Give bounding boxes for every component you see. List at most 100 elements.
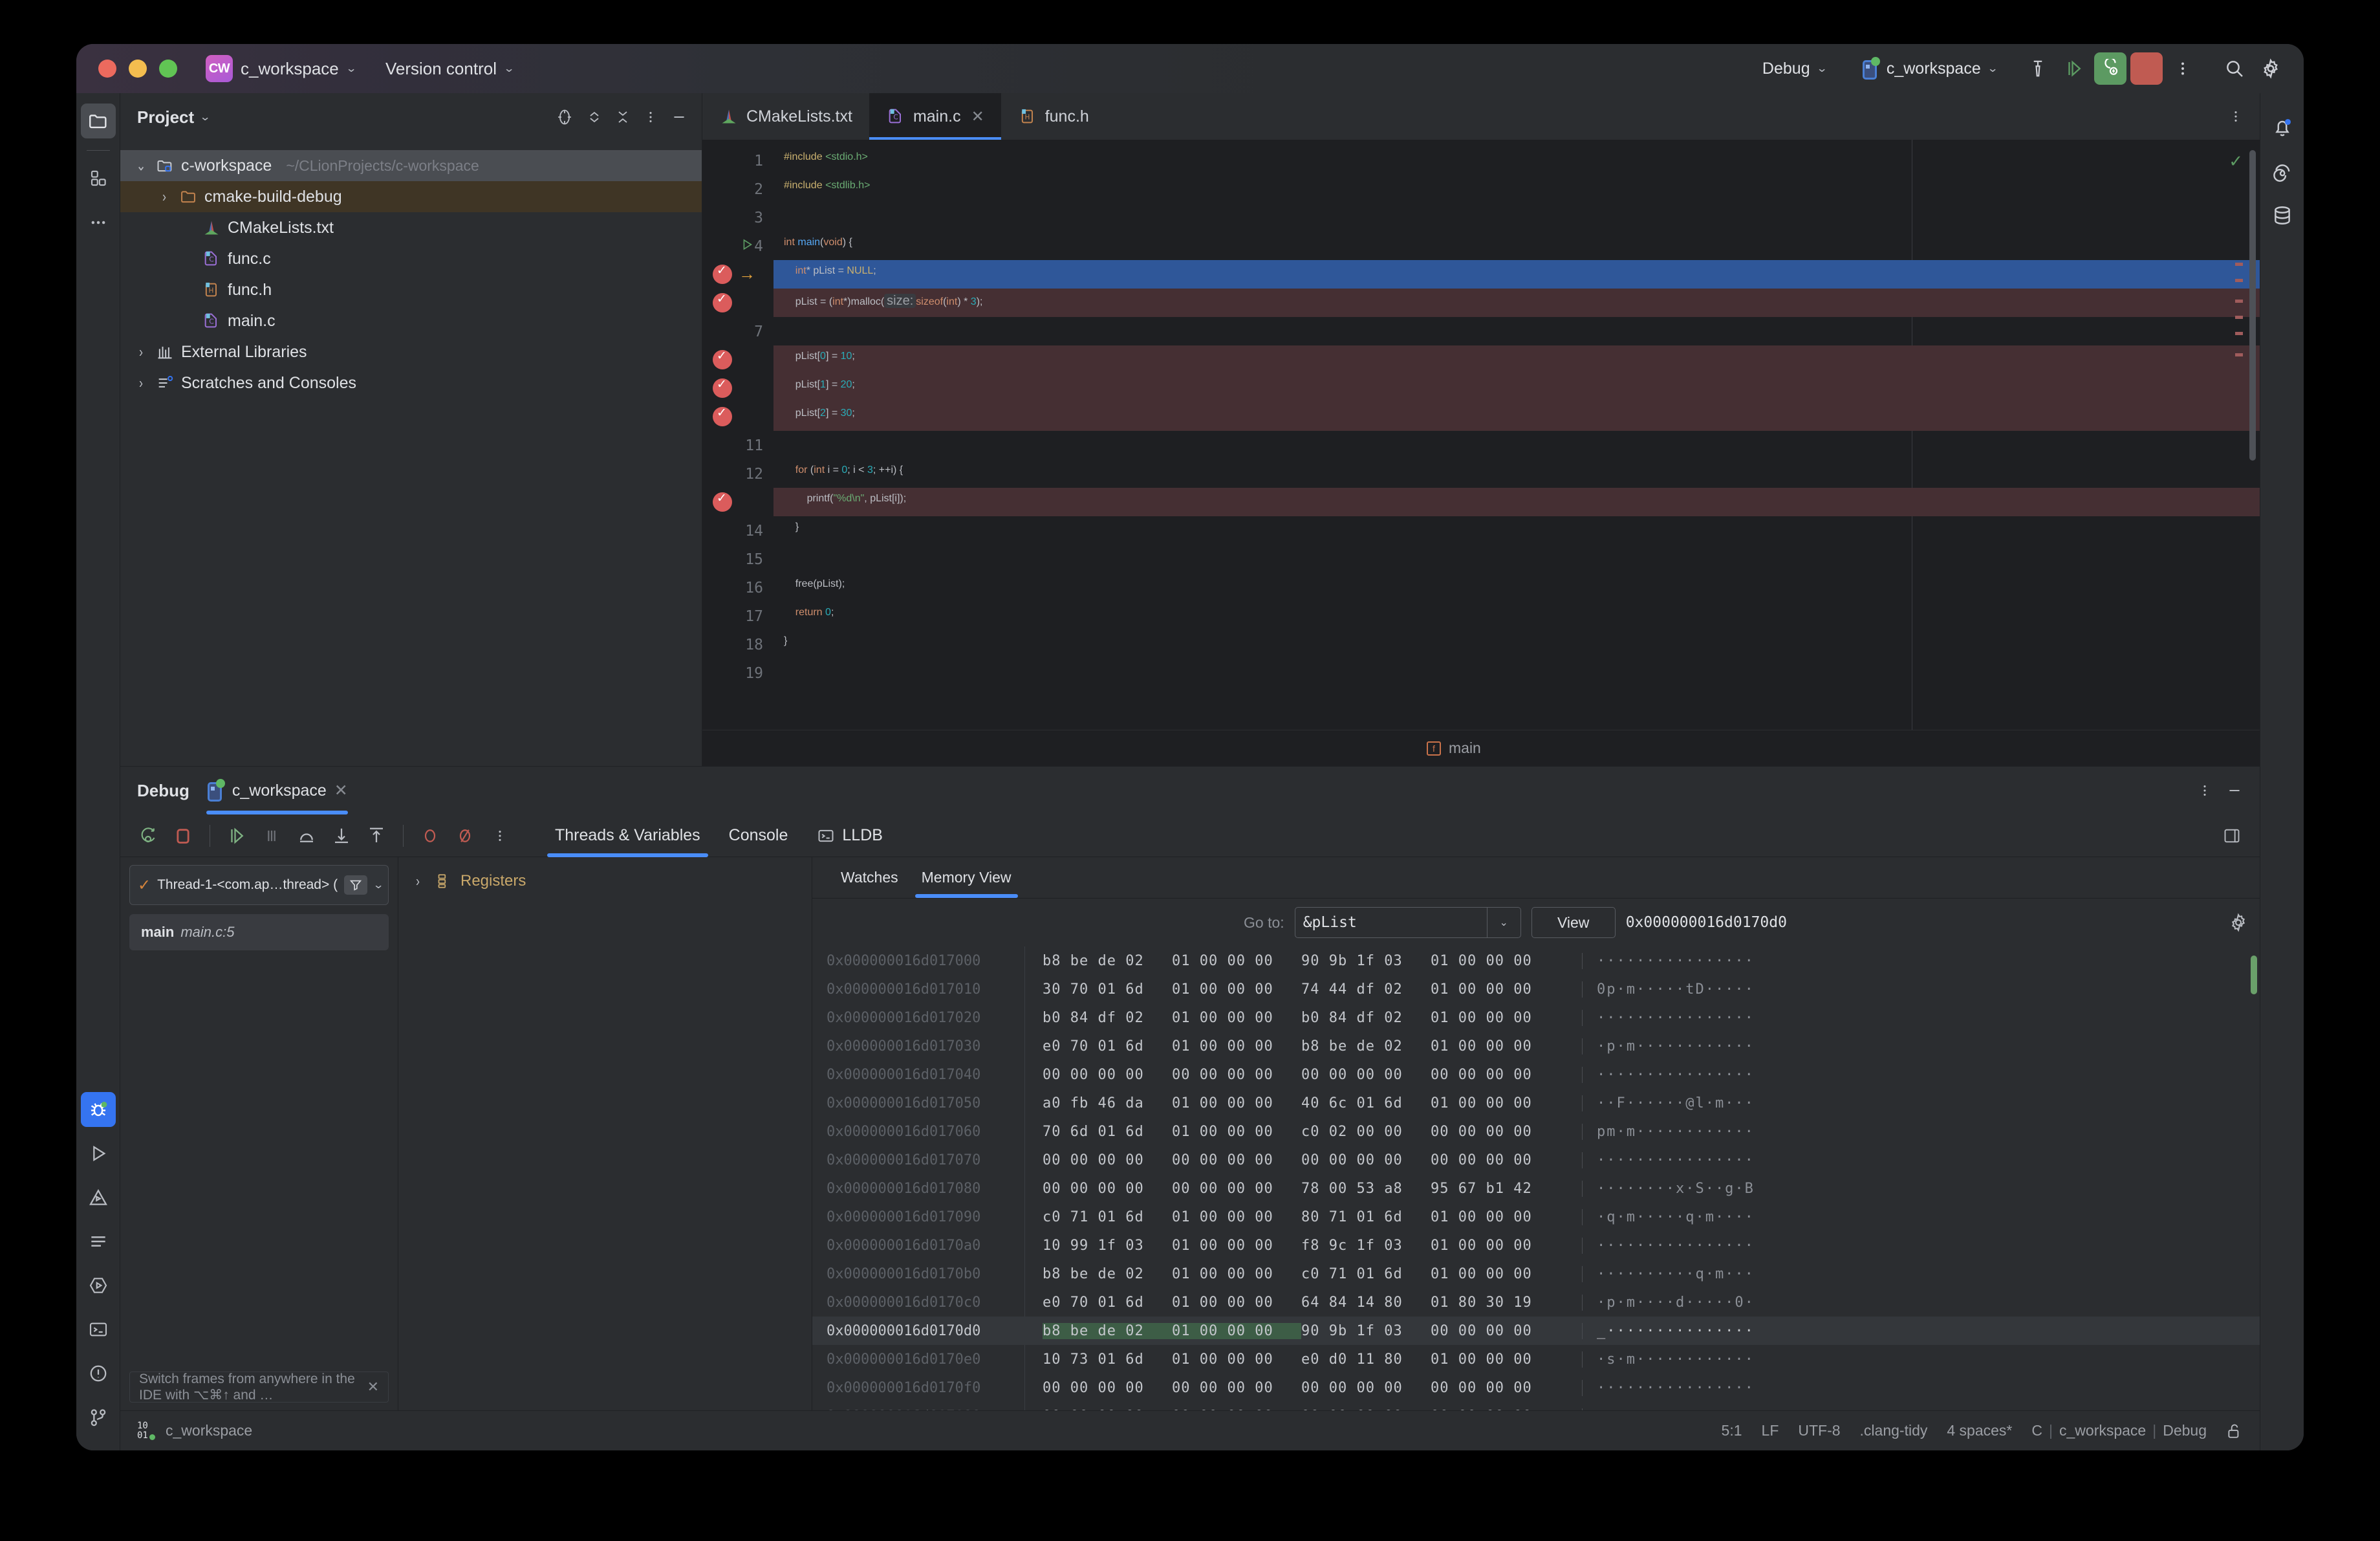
table-row[interactable]: 0x000000016d0170e0 10 73 01 6d 01 00 00 00… [812,1345,2260,1373]
memory-byte-group[interactable]: 78 00 53 a8 [1301,1181,1431,1197]
sidebar-item-problems[interactable] [81,1356,116,1391]
minimize-window-button[interactable] [129,60,147,78]
minimize-icon[interactable] [2226,782,2243,799]
memory-byte-group[interactable]: 80 71 01 6d [1301,1209,1431,1225]
memory-byte-group[interactable]: b8 be de 02 [1043,1322,1172,1339]
code-line[interactable] [702,602,2260,630]
editor-scrollbar[interactable] [2249,150,2256,461]
code-line[interactable] [774,488,2260,516]
step-out-icon[interactable] [360,820,393,852]
memory-byte-group[interactable]: 01 00 00 00 [1431,1266,1560,1282]
memory-byte-group[interactable]: 00 00 00 00 [1172,1152,1301,1168]
table-row[interactable]: 0x000000016d017060 70 6d 01 6d 01 00 00 00… [812,1117,2260,1146]
breakpoint-icon[interactable] [713,292,732,312]
memory-byte-group[interactable]: 01 00 00 00 [1172,1238,1301,1254]
sidebar-item-debug[interactable] [80,1092,116,1127]
resume-program-icon[interactable] [221,820,253,852]
tab-cmakelists-txt[interactable]: CMakeLists.txt [702,93,869,140]
chevron-down-icon[interactable]: ⌄ [133,157,149,174]
memory-byte-group[interactable]: 01 00 00 00 [1172,953,1301,969]
memory-byte-group[interactable]: 01 00 00 00 [1172,1095,1301,1111]
memory-byte-group[interactable]: 00 00 00 00 [1172,1067,1301,1083]
memory-byte-group[interactable]: c0 71 01 6d [1301,1266,1431,1282]
indent-setting[interactable]: 4 spaces* [1947,1422,2012,1439]
code-line[interactable] [702,659,2260,687]
memory-dump-grid[interactable]: 0x000000016d017000 b8 be de 02 01 00 00 00… [812,946,2260,1410]
code-line[interactable] [774,402,2260,431]
breadcrumb[interactable]: f main [702,730,2260,766]
memory-byte-group[interactable]: 00 00 00 00 [1431,1380,1560,1396]
memory-byte-group[interactable]: 10 99 1f 03 [1043,1238,1172,1254]
memory-byte-group[interactable]: 00 00 00 00 [1043,1408,1172,1411]
tab-console[interactable]: Console [715,814,803,857]
memory-byte-group[interactable]: a0 fb 46 da [1043,1095,1172,1111]
step-into-icon[interactable] [325,820,358,852]
line-separator[interactable]: LF [1762,1422,1779,1439]
table-row[interactable]: 0x000000016d0170a0 10 99 1f 03 01 00 00 00… [812,1231,2260,1260]
list-item[interactable]: main main.c:5 [129,914,389,950]
view-button[interactable]: View [1531,907,1616,938]
filter-icon[interactable] [343,875,367,895]
memory-byte-group[interactable]: 00 00 00 00 [1301,1067,1431,1083]
memory-byte-group[interactable]: 01 00 00 00 [1431,1038,1560,1055]
ai-assistant-icon[interactable] [2265,154,2300,189]
memory-byte-group[interactable]: 01 00 00 00 [1172,1322,1301,1339]
code-line[interactable] [702,459,2260,488]
select-opened-file-icon[interactable] [556,108,574,126]
rerun-debug-icon[interactable] [132,820,164,852]
memory-byte-group[interactable]: 70 6d 01 6d [1043,1124,1172,1140]
memory-byte-group[interactable]: e0 70 01 6d [1043,1295,1172,1311]
code-line[interactable] [774,260,2260,289]
sidebar-item-build[interactable] [81,1180,116,1215]
tab-watches[interactable]: Watches [829,857,910,898]
code-line[interactable] [702,516,2260,545]
settings-gear-icon[interactable] [2255,52,2287,85]
table-row[interactable]: 0x000000016d017030 e0 70 01 6d 01 00 00 00… [812,1032,2260,1060]
sidebar-item-todo[interactable] [81,1224,116,1259]
run-configuration-selector[interactable]: c_workspace ⌄ [1855,57,2004,80]
thread-selector[interactable]: ✓ Thread-1-<com.ap…thread> (8172278) ⌄ [129,865,389,905]
table-row[interactable]: 0x000000016d017080 00 00 00 00 00 00 00 00… [812,1174,2260,1203]
memory-byte-group[interactable]: 01 00 00 00 [1172,1266,1301,1282]
notifications-bell-icon[interactable] [2265,110,2300,145]
memory-byte-group[interactable]: 01 00 00 00 [1431,1209,1560,1225]
table-row[interactable]: 0x000000016d017040 00 00 00 00 00 00 00 00… [812,1060,2260,1089]
memory-byte-group[interactable]: 10 73 01 6d [1043,1351,1172,1368]
memory-byte-group[interactable]: 00 00 00 00 [1301,1380,1431,1396]
more-actions-icon[interactable] [2167,52,2199,85]
chevron-down-icon[interactable]: ⌄ [373,879,384,891]
memory-byte-group[interactable]: 90 9b 1f 03 [1301,1323,1431,1339]
table-row[interactable]: 0x000000016d0170c0 e0 70 01 6d 01 00 00 00… [812,1288,2260,1317]
table-row[interactable]: 0x000000016d0170b0 b8 be de 02 01 00 00 00… [812,1260,2260,1288]
tree-node-cmake-build-debug[interactable]: › cmake-build-debug [120,181,702,212]
code-line[interactable] [702,573,2260,602]
chevron-down-icon[interactable]: ⌄ [1486,908,1520,937]
memory-byte-group[interactable]: 00 00 00 00 [1431,1124,1560,1140]
memory-byte-group[interactable]: 40 6c 01 6d [1301,1095,1431,1111]
close-window-button[interactable] [98,60,116,78]
memory-byte-group[interactable]: e0 70 01 6d [1043,1038,1172,1055]
status-project-label[interactable]: c_workspace [166,1422,252,1439]
memory-byte-group[interactable]: 00 00 00 00 [1431,1323,1560,1339]
tree-node-c-workspace[interactable]: ⌄ c-workspace ~/CLionProjects/c-workspace [120,150,702,181]
breakpoint-icon[interactable] [713,377,732,398]
memory-byte-group[interactable]: 01 00 00 00 [1172,1295,1301,1311]
memory-byte-group[interactable]: 01 00 00 00 [1431,1010,1560,1026]
stop-icon[interactable] [2130,52,2163,85]
inspection-profile[interactable]: .clang-tidy [1860,1422,1928,1439]
tree-node-registers[interactable]: › Registers [410,871,812,891]
mute-breakpoints-icon[interactable] [449,820,481,852]
sidebar-item-run[interactable] [81,1136,116,1171]
table-row[interactable]: 0x000000016d01710000 00 00 0000 00 00 00… [812,1402,2260,1410]
caret-position[interactable]: 5:1 [1722,1422,1742,1439]
table-row[interactable]: 0x000000016d017020 b0 84 df 02 01 00 00 00… [812,1003,2260,1032]
sidebar-item-version-control[interactable] [81,1400,116,1435]
memory-byte-group[interactable]: b0 84 df 02 [1301,1010,1431,1026]
code-line[interactable] [702,431,2260,459]
step-over-icon[interactable] [290,820,323,852]
editor-tab-options[interactable] [2229,93,2260,140]
tab-threads-variables[interactable]: Threads & Variables [541,814,715,857]
table-row[interactable]: 0x000000016d017050 a0 fb 46 da 01 00 00 00… [812,1089,2260,1117]
search-icon[interactable] [2218,52,2251,85]
tab-main-c[interactable]: Cmain.c ✕ [869,93,1001,140]
